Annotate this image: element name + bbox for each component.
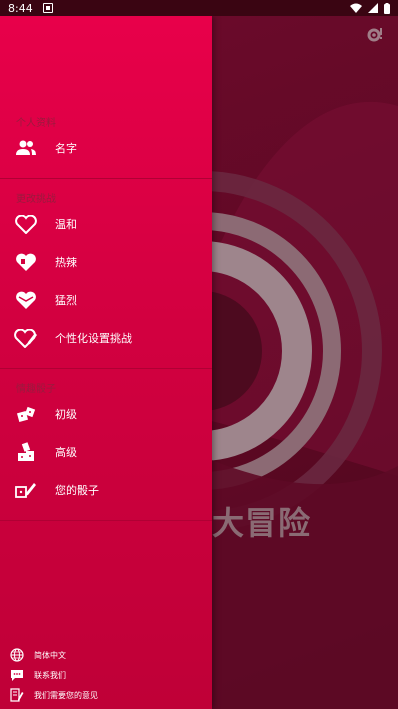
divider bbox=[0, 520, 212, 521]
navigation-drawer: 个人资料 名字 更改挑战 温和 热辣 猛烈 个性化设置挑战 情趣骰子 初级 高级… bbox=[0, 16, 212, 709]
signal-icon bbox=[368, 3, 378, 13]
footer-item-language[interactable]: 简体中文 bbox=[0, 646, 212, 664]
menu-item-label: 名字 bbox=[55, 142, 77, 155]
background-app: 大冒险 bbox=[212, 16, 398, 709]
status-bar: 8:44 bbox=[0, 0, 398, 16]
menu-item-label: 热辣 bbox=[55, 256, 77, 269]
feedback-icon bbox=[10, 688, 24, 702]
section-header-challenge: 更改挑战 bbox=[16, 194, 56, 205]
battery-icon bbox=[384, 2, 390, 14]
people-icon bbox=[14, 136, 38, 160]
menu-item-advanced[interactable]: 高级 bbox=[0, 434, 212, 470]
divider bbox=[0, 368, 212, 369]
menu-item-custom-challenge[interactable]: 个性化设置挑战 bbox=[0, 320, 212, 356]
chat-icon bbox=[10, 668, 24, 682]
globe-icon bbox=[10, 648, 24, 662]
menu-item-label: 高级 bbox=[55, 446, 77, 459]
settings-icon[interactable] bbox=[366, 26, 384, 44]
status-time: 8:44 bbox=[8, 1, 33, 15]
menu-item-label: 猛烈 bbox=[55, 294, 77, 307]
menu-item-label: 个性化设置挑战 bbox=[55, 332, 132, 345]
section-header-dice: 情趣骰子 bbox=[16, 384, 56, 395]
menu-item-name[interactable]: 名字 bbox=[0, 130, 212, 166]
heart-ribbon-icon bbox=[14, 288, 38, 312]
menu-item-hot[interactable]: 热辣 bbox=[0, 244, 212, 280]
footer-item-label: 联系我们 bbox=[34, 670, 66, 680]
footer-item-label: 简体中文 bbox=[34, 650, 66, 660]
menu-item-mild[interactable]: 温和 bbox=[0, 206, 212, 242]
background-artwork bbox=[212, 101, 398, 709]
menu-item-label: 您的骰子 bbox=[55, 484, 99, 497]
menu-item-your-dice[interactable]: 您的骰子 bbox=[0, 472, 212, 508]
dice-icon bbox=[14, 402, 38, 426]
heart-edit-icon bbox=[14, 326, 38, 350]
app-title-partial: 大冒险 bbox=[212, 504, 312, 542]
menu-item-label: 初级 bbox=[55, 408, 77, 421]
section-header-profile: 个人资料 bbox=[16, 118, 56, 129]
heart-lock-icon bbox=[14, 250, 38, 274]
notification-icon bbox=[42, 3, 53, 13]
dice-edit-icon bbox=[14, 478, 38, 502]
menu-item-beginner[interactable]: 初级 bbox=[0, 396, 212, 432]
menu-item-fierce[interactable]: 猛烈 bbox=[0, 282, 212, 318]
footer-item-feedback[interactable]: 我们需要您的意见 bbox=[0, 686, 212, 704]
footer-item-contact[interactable]: 联系我们 bbox=[0, 666, 212, 684]
footer-item-label: 我们需要您的意见 bbox=[34, 690, 98, 700]
wifi-icon bbox=[350, 3, 362, 13]
dice-stack-icon bbox=[14, 440, 38, 464]
heart-outline-icon bbox=[14, 212, 38, 236]
menu-item-label: 温和 bbox=[55, 218, 77, 231]
divider bbox=[0, 178, 212, 179]
